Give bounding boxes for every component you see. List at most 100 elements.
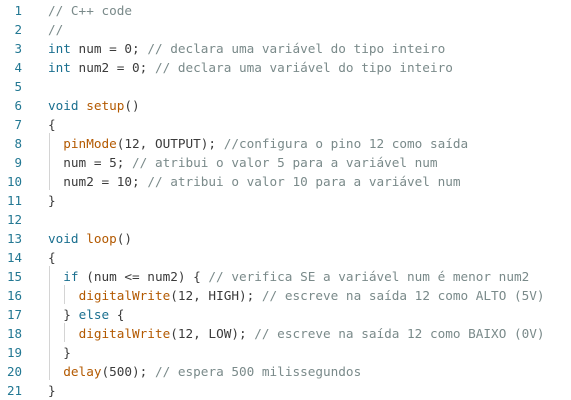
- line-number: 20: [6, 364, 22, 379]
- line-number: 17: [6, 307, 22, 322]
- code-line[interactable]: 5: [0, 77, 571, 96]
- code-function-name: loop: [86, 231, 117, 246]
- code-function-name: setup: [86, 98, 125, 113]
- code-comment: // escreve na saída 12 como ALTO (5V): [261, 288, 545, 303]
- code-text[interactable]: int num = 0; // declara uma variável do …: [48, 39, 445, 58]
- line-number: 4: [14, 60, 22, 75]
- code-token: }: [48, 307, 79, 322]
- code-comment: // espera 500 milissegundos: [154, 364, 362, 379]
- code-text[interactable]: // C++ code: [48, 1, 132, 20]
- code-text[interactable]: int num2 = 0; // declara uma variável do…: [48, 58, 453, 77]
- code-token: }: [48, 383, 56, 398]
- code-text[interactable]: if (num <= num2) { // verifica SE a vari…: [48, 267, 529, 286]
- code-text[interactable]: digitalWrite(12, HIGH); // escreve na sa…: [48, 286, 545, 305]
- code-function-name: digitalWrite: [78, 288, 171, 303]
- code-comment: // escreve na saída 12 como BAIXO (0V): [254, 326, 545, 341]
- code-line[interactable]: 7{: [0, 115, 571, 134]
- code-text[interactable]: void loop(): [48, 229, 132, 248]
- code-keyword: void: [48, 98, 79, 113]
- code-token: (num <= num2) {: [78, 269, 209, 284]
- code-text[interactable]: void setup(): [48, 96, 140, 115]
- code-keyword: void: [48, 231, 79, 246]
- code-comment: // declara uma variável do tipo inteiro: [154, 60, 453, 75]
- code-line[interactable]: 9 num = 5; // atribui o valor 5 para a v…: [0, 153, 571, 172]
- line-number: 8: [14, 136, 22, 151]
- code-keyword: if: [63, 269, 79, 284]
- code-text[interactable]: } else {: [48, 305, 124, 324]
- line-number: 19: [6, 345, 22, 360]
- code-text[interactable]: delay(500); // espera 500 milissegundos: [48, 362, 361, 381]
- code-token: }: [48, 345, 71, 360]
- code-text[interactable]: {: [48, 248, 56, 267]
- code-comment: // C++ code: [48, 3, 133, 18]
- code-text[interactable]: digitalWrite(12, LOW); // escreve na saí…: [48, 324, 545, 343]
- code-token: {: [48, 117, 56, 132]
- line-number: 2: [14, 22, 22, 37]
- code-line[interactable]: 3 int num = 0; // declara uma variável do…: [0, 39, 571, 58]
- code-line[interactable]: 18 digitalWrite(12, LOW); // escreve na …: [0, 324, 571, 343]
- code-line[interactable]: 11}: [0, 191, 571, 210]
- line-number: 6: [14, 98, 22, 113]
- code-line[interactable]: 1 // C++ code: [0, 1, 571, 20]
- code-token: {: [109, 307, 125, 322]
- line-number: 15: [6, 269, 22, 284]
- code-line[interactable]: 4 int num2 = 0; // declara uma variável d…: [0, 58, 571, 77]
- code-line[interactable]: 21}: [0, 381, 571, 400]
- code-line[interactable]: 12: [0, 210, 571, 229]
- code-comment: // declara uma variável do tipo inteiro: [147, 41, 446, 56]
- code-text[interactable]: }: [48, 381, 56, 400]
- code-line[interactable]: 17 } else {: [0, 305, 571, 324]
- line-number: 7: [14, 117, 22, 132]
- code-token: num2 = 0;: [70, 60, 155, 75]
- code-line[interactable]: 19 }: [0, 343, 571, 362]
- code-comment: // atribui o valor 10 para a variável nu…: [147, 174, 461, 189]
- code-line[interactable]: 6 void setup(): [0, 96, 571, 115]
- code-line[interactable]: 8 pinMode(12, OUTPUT); //configura o pin…: [0, 134, 571, 153]
- code-keyword: else: [78, 307, 110, 322]
- code-line[interactable]: 15 if (num <= num2) { // verifica SE a v…: [0, 267, 571, 286]
- code-line[interactable]: 2 //: [0, 20, 571, 39]
- code-text[interactable]: {: [48, 115, 56, 134]
- line-number: 11: [6, 193, 22, 208]
- code-comment: // atribui o valor 5 para a variável num: [132, 155, 438, 170]
- code-line[interactable]: 16 digitalWrite(12, HIGH); // escreve na…: [0, 286, 571, 305]
- code-token: num = 5;: [48, 155, 133, 170]
- code-token: (500);: [101, 364, 155, 379]
- code-text[interactable]: }: [48, 191, 56, 210]
- line-number: 12: [6, 212, 22, 227]
- line-number: 14: [6, 250, 22, 265]
- code-line[interactable]: 20 delay(500); // espera 500 milissegund…: [0, 362, 571, 381]
- code-keyword: int: [48, 60, 71, 75]
- line-number: 9: [14, 155, 22, 170]
- code-editor[interactable]: 1 // C++ code 2 // 3 int num = 0; // declara …: [0, 0, 571, 400]
- code-token: }: [48, 193, 56, 208]
- line-number: 13: [6, 231, 22, 246]
- line-number: 18: [6, 326, 22, 341]
- line-number: 16: [6, 288, 22, 303]
- code-line[interactable]: 14 {: [0, 248, 571, 267]
- code-token: (): [124, 98, 140, 113]
- code-line[interactable]: 13 void loop(): [0, 229, 571, 248]
- code-token: (12, LOW);: [170, 326, 255, 341]
- code-token: num = 0;: [70, 41, 148, 56]
- code-text[interactable]: num2 = 10; // atribui o valor 10 para a …: [48, 172, 461, 191]
- code-keyword: int: [48, 41, 71, 56]
- code-function-name: delay: [63, 364, 102, 379]
- code-text[interactable]: }: [48, 343, 71, 362]
- line-number: 10: [6, 174, 22, 189]
- code-token: num2 = 10;: [48, 174, 148, 189]
- code-line[interactable]: 10 num2 = 10; // atribui o valor 10 para…: [0, 172, 571, 191]
- code-token: (): [116, 231, 133, 246]
- code-text[interactable]: pinMode(12, OUTPUT); //configura o pino …: [48, 134, 468, 153]
- code-token: (12, HIGH);: [170, 288, 262, 303]
- code-comment: //: [48, 22, 64, 37]
- code-text[interactable]: //: [48, 20, 63, 39]
- code-text[interactable]: num = 5; // atribui o valor 5 para a var…: [48, 153, 438, 172]
- code-comment: //configura o pino 12 como saída: [223, 136, 469, 151]
- code-function-name: pinMode: [63, 136, 117, 151]
